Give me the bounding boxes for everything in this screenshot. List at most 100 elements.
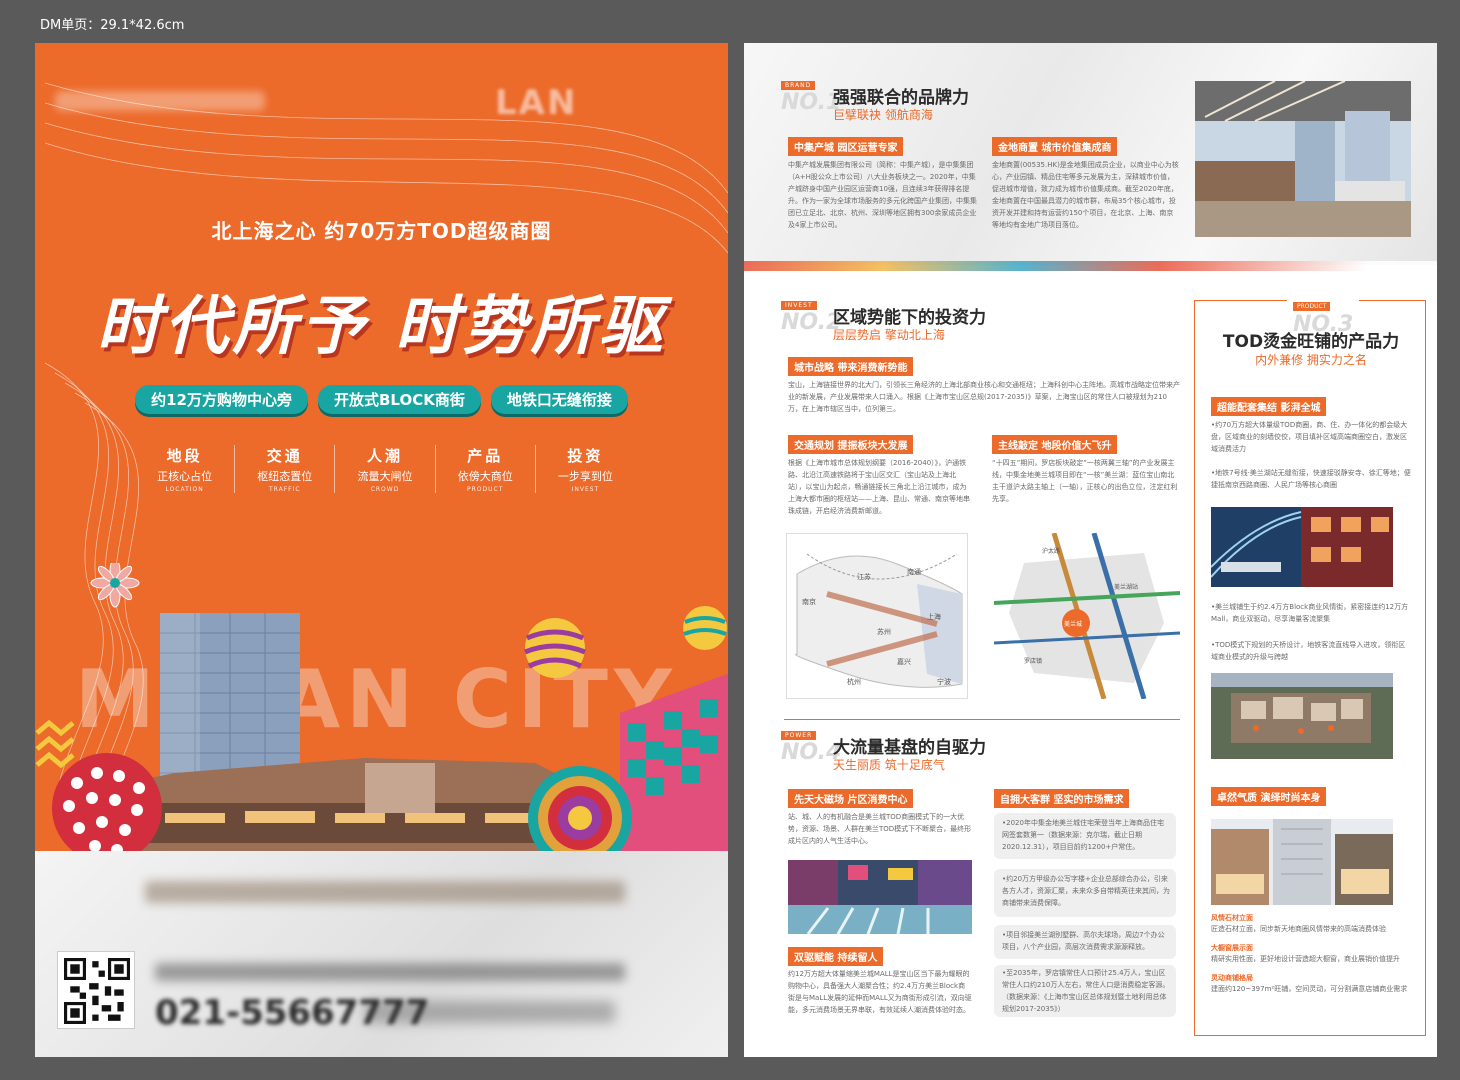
section-subtitle: 巨擘联袂 领航商海 — [833, 108, 933, 122]
caption-title: 风情石材立面 — [1211, 914, 1253, 922]
color-stripe — [744, 261, 1437, 271]
section-power-header: POWER NO.4 大流量基盘的自驱力 天生丽质 筑十足底气 — [781, 731, 1101, 775]
pill-block: 开放式BLOCK商街 — [318, 385, 481, 414]
section-title: 大流量基盘的自驱力 — [833, 738, 986, 758]
feature-en: PRODUCT — [467, 486, 504, 493]
site-map: 美兰湖站 美兰城 罗店镇 沪太路 — [994, 533, 1180, 699]
facilities-text-2: •地铁7号线·美兰湖站无缝衔接，快速接驳静安寺、徐汇等地；便捷抵南京西路商圈、人… — [1211, 469, 1411, 489]
pill-mall: 约12万方购物中心旁 — [135, 385, 308, 414]
section-title: 区域势能下的投资力 — [833, 308, 986, 328]
feature-en: CROWD — [370, 486, 400, 493]
map-label: 杭州 — [847, 677, 861, 686]
caption-title: 灵动商铺格局 — [1211, 974, 1253, 982]
section-tag: BRAND — [781, 81, 816, 90]
back-page: BRAND NO.1 强强联合的品牌力 巨擘联袂 领航商海 中集产城 园区运营专… — [744, 43, 1437, 1057]
map-label: 上海 — [927, 612, 941, 621]
caption-text: 建面约120~397m²旺铺，空间灵动，可分割满意店铺商业需求 — [1211, 985, 1408, 993]
feature-columns: 地段 正核心占位 LOCATION 交通 枢纽态置位 TRAFFIC 人潮 流量… — [135, 445, 635, 493]
front-subtitle: 北上海之心 约70万方TOD超级商圈 — [211, 219, 552, 243]
map-label: 嘉兴 — [897, 657, 911, 666]
section-tag: PRODUCT — [1293, 302, 1331, 311]
section-product-box: PRODUCT NO.3 TOD烫金旺铺的产品力 内外兼修 拥实力之名 超能配套… — [1194, 293, 1426, 1036]
regional-map: 江苏 上海 嘉兴 杭州 南京 苏州 南通 宁波 — [786, 533, 968, 699]
page-size-label: DM单页：29.1*42.6cm — [40, 18, 185, 33]
fact-text: •约20万方甲级办公写字楼+企业总部综合办公，引来各方人才，资源汇聚，未来众多自… — [1002, 875, 1170, 907]
section-subtitle: 层层势启 擎动北上海 — [833, 328, 945, 342]
map-label: 宁波 — [937, 677, 951, 686]
logo-blurred — [55, 91, 265, 111]
feature-traffic: 交通 枢纽态置位 TRAFFIC — [235, 445, 336, 493]
section-title: TOD烫金旺铺的产品力 — [1222, 332, 1400, 352]
feature-en: LOCATION — [165, 486, 204, 493]
tag-magnet: 先天大磁场 片区消费中心 — [788, 789, 914, 808]
section-brand-header: BRAND NO.1 强强联合的品牌力 巨擘联袂 领航商海 — [781, 81, 1101, 125]
front-bottom-panel: 021-55667777 — [35, 851, 728, 1057]
tag-city-strategy: 城市战略 带来消费新势能 — [788, 357, 914, 376]
section-title: 强强联合的品牌力 — [833, 88, 969, 108]
map-label: 江苏 — [857, 572, 871, 581]
map2-label: 美兰湖站 — [1114, 583, 1138, 591]
blurred-footnote — [365, 1001, 615, 1023]
qr-code-icon — [64, 958, 130, 1024]
tag-facilities: 超能配套集结 影湃全城 — [1211, 397, 1327, 416]
map2-label: 美兰城 — [1064, 620, 1082, 628]
front-headline: 时代所予 时势所驱 — [96, 289, 667, 364]
qr-code[interactable] — [57, 951, 135, 1029]
street-photo — [788, 860, 972, 934]
caption-title: 大橱窗展示面 — [1211, 944, 1253, 952]
tag-dual-drive: 双驱赋能 持续留人 — [788, 947, 884, 966]
product-text-2: •TOD模式下规划的天桥设计，地铁客流直线导入进攻，领衔区域商业模式的升级与跨越 — [1211, 641, 1406, 661]
feature-desc: 正核心占位 — [157, 470, 213, 483]
feature-desc: 依傍大商位 — [457, 470, 513, 483]
gemdale-text: 金地商置(00535.HK)是金地集团成员企业，以商业中心为核心，产业园镇、精品… — [992, 161, 1179, 229]
product-text-1: •美兰城铺生于约2.4万方Block商业风情街，紧密接连约12万方Mall，商业… — [1211, 603, 1409, 623]
section-tag: POWER — [781, 731, 817, 740]
feature-en: TRAFFIC — [269, 486, 301, 493]
facilities-text-1: •约70万方超大体量级TOD商圈，商、住、办一体化的都会级大盘，区域商业的刻墙佼… — [1211, 421, 1408, 453]
facade-photo — [1211, 819, 1393, 905]
dotted-sphere-icon — [52, 753, 162, 853]
tag-gemdale: 金地商置 城市价值集成商 — [992, 137, 1118, 156]
tag-cimc: 中集产城 园区运营专家 — [788, 137, 904, 156]
map2-label: 沪太路 — [1042, 547, 1060, 555]
tag-customers: 自拥大客群 坚实的市场需求 — [994, 789, 1130, 808]
aerial-photo — [1211, 673, 1393, 759]
pill-metro: 地铁口无缝衔接 — [490, 385, 628, 414]
striped-ball-icon — [524, 618, 586, 678]
feature-location: 地段 正核心占位 LOCATION — [135, 445, 236, 493]
feature-desc: 一步享到位 — [557, 470, 613, 483]
feature-title: 人潮 — [367, 447, 404, 465]
building-photo — [1195, 81, 1411, 237]
feature-crowd: 人潮 流量大闸位 CROWD — [335, 445, 436, 493]
caption-text: 匠造石材立面，同步新天地商圈风情带来的高端消费体验 — [1211, 925, 1386, 933]
section-tag: INVEST — [781, 301, 817, 310]
building-scene-illustration — [35, 563, 728, 853]
feature-title: 产品 — [467, 447, 504, 465]
map2-label: 罗店镇 — [1024, 657, 1042, 665]
city-strategy-text: 宝山，上海链接世界的北大门，引领长三角经济的上海北部商业核心和交通枢纽；上海科创… — [788, 381, 1180, 413]
feature-title: 地段 — [166, 447, 203, 465]
tag-style: 卓然气质 演绎时尚本身 — [1211, 787, 1327, 806]
feature-product: 产品 依傍大商位 PRODUCT — [436, 445, 536, 493]
section-invest-header: INVEST NO.2 区域势能下的投资力 层层势启 擎动北上海 — [781, 301, 1101, 345]
map-label: 南京 — [802, 597, 816, 606]
flower-icon — [90, 563, 140, 608]
map-label: 南通 — [907, 567, 921, 576]
blurred-headline — [145, 881, 625, 903]
blurred-address — [155, 963, 625, 981]
caption-text: 精研实用性面，更好地设计营造超大橱窗，商业展销价值提升 — [1211, 955, 1400, 963]
fact-text: •至2035年，罗店镇常住人口预计25.4万人，宝山区常住人口约210万人左右，… — [1002, 969, 1170, 1013]
feature-title: 投资 — [567, 447, 604, 465]
cimc-text: 中集产城发展集团有限公司（简称：中集产城），是中集集团（A+H股公众上市公司）八… — [788, 161, 977, 229]
map-label: 苏州 — [877, 627, 891, 636]
section-subtitle: 天生丽质 筑十足底气 — [833, 758, 945, 772]
tag-traffic-plan: 交通规划 提振板块大发展 — [788, 435, 914, 454]
fact-text: •项目邻接美兰湖别墅群、高尔夫球场，周边7个办公项目，八个产业园，高层次消费需求… — [1002, 931, 1165, 951]
fact-text: •2020年中集金地美兰城住宅荣登当年上海商品住宅网签套数第一（数据来源：克尔瑞… — [1002, 819, 1164, 851]
metro-photo — [1211, 507, 1393, 587]
section-divider — [784, 719, 1180, 720]
feature-desc: 枢纽态置位 — [257, 470, 313, 483]
dual-drive-text: 约12万方超大体量缩美兰城MALL是宝山区当下最为耀眼的购物中心，具备强大人潮聚… — [788, 970, 972, 1014]
feature-pills: 约12万方购物中心旁 开放式BLOCK商街 地铁口无缝衔接 — [35, 385, 728, 414]
mainline-text: “十四五”期间，罗店板块敲定“一核两翼三轴”的产业发展主线，中集金地美兰城项目即… — [992, 459, 1178, 503]
